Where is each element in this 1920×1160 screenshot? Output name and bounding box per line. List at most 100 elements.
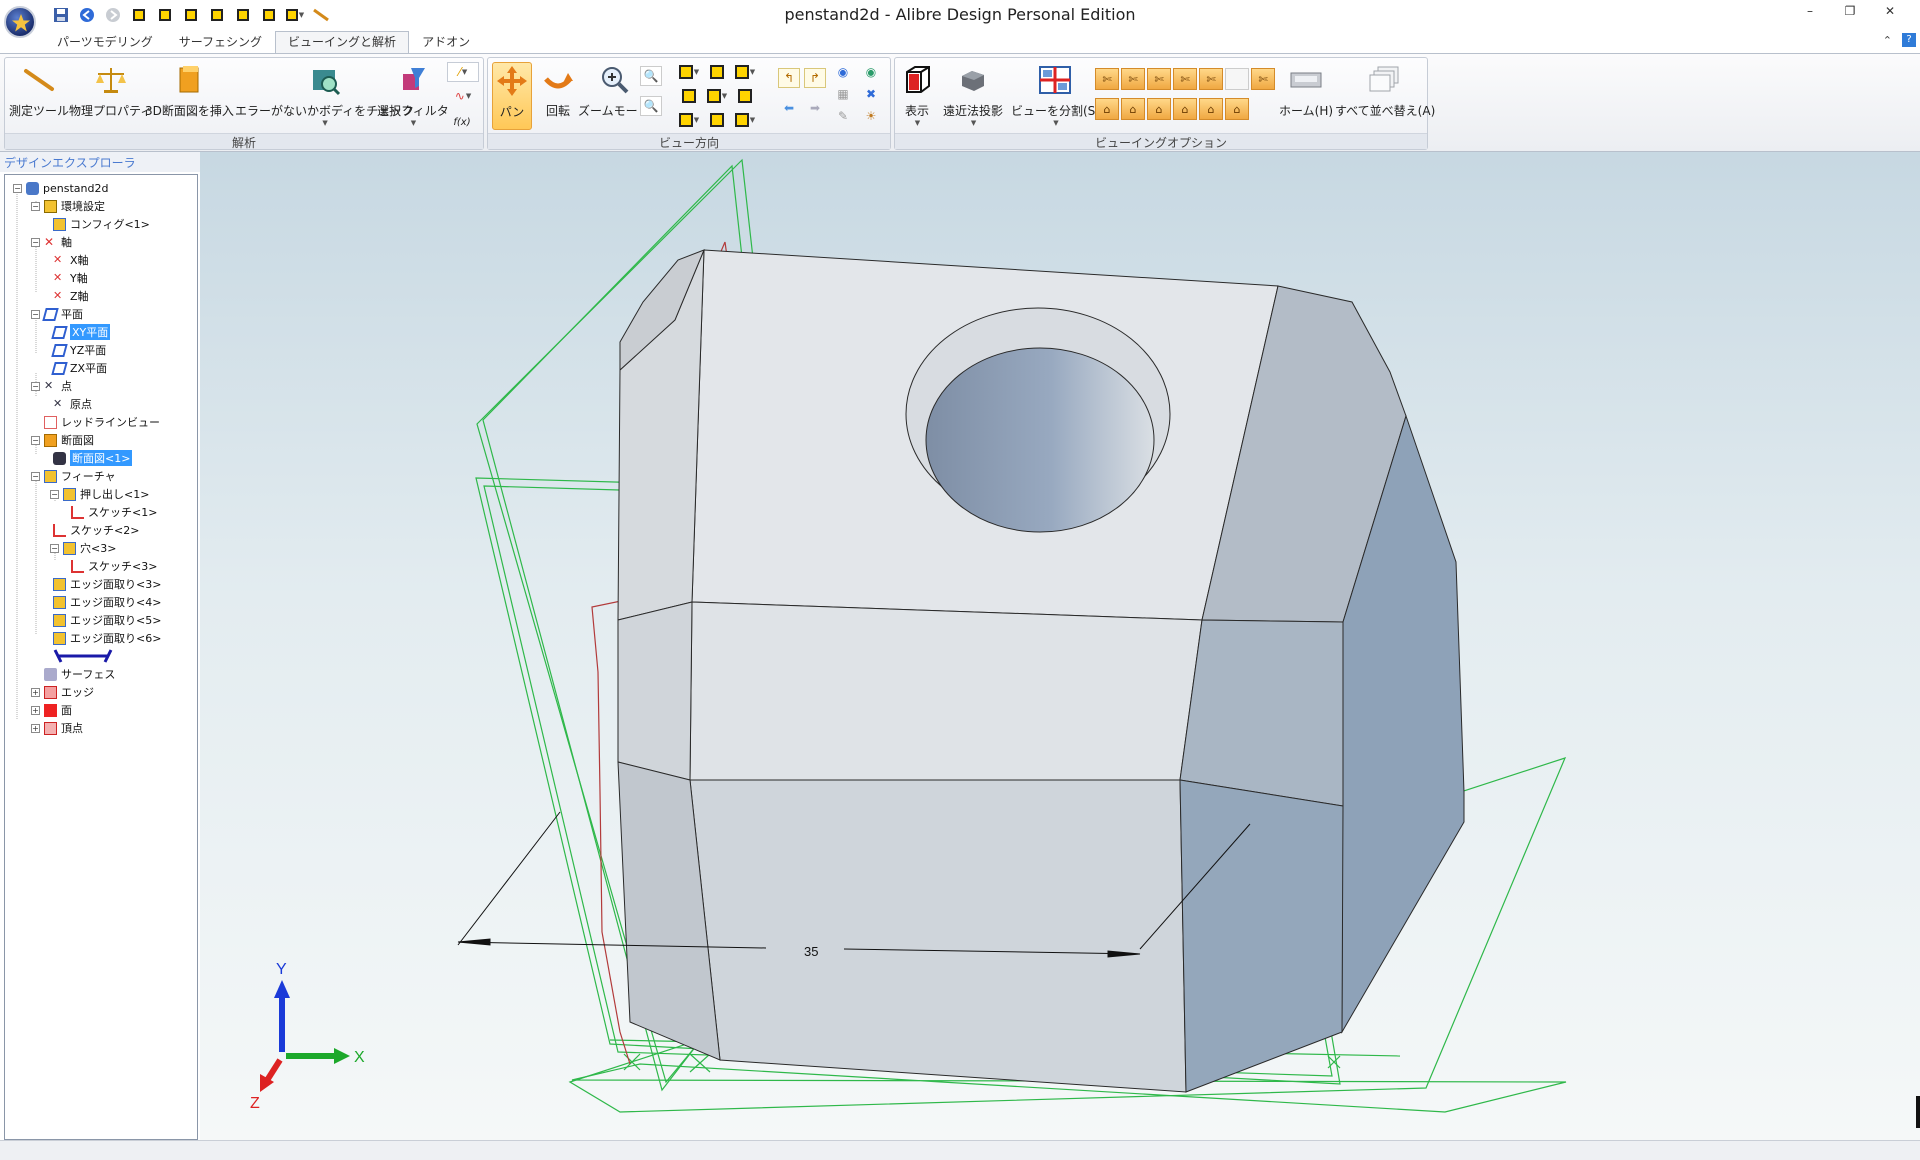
view-option-4-icon[interactable]: ✄ [1173,68,1197,90]
sketch-tool-icon[interactable]: ⁄ ▼ [447,62,479,82]
tab-viewing-analysis[interactable]: ビューイングと解析 [275,31,410,53]
view-option-5-icon[interactable]: ✄ [1199,68,1223,90]
tree-item-sketch-1[interactable]: スケッチ<1> [71,503,157,521]
tree-item-origin[interactable]: ✕ 原点 [53,395,92,413]
show-icon[interactable]: ◉ [860,62,882,82]
view-option-7-icon[interactable]: ✄ [1251,68,1275,90]
home-button[interactable]: ホーム(H) [1279,62,1333,119]
resize-grip[interactable] [1916,1096,1920,1128]
collapse-ribbon-icon[interactable]: ⌃ [1883,34,1892,47]
tree-item-chamfer-6[interactable]: エッジ面取り<6> [53,629,161,647]
expand-icon[interactable]: + [31,687,40,697]
model-canvas[interactable]: 35 Y X Z [200,152,1920,1140]
forward-icon[interactable] [102,4,124,26]
tree-item-redline[interactable]: レッドラインビュー [44,413,160,431]
view-top-icon[interactable] [232,4,254,26]
tree-item-edges[interactable]: + エッジ [31,683,94,701]
tree-item-section-1[interactable]: 断面図<1> [53,449,133,467]
app-logo[interactable] [4,6,36,38]
tree-item-sketch-3[interactable]: スケッチ<3> [71,557,157,575]
view-cube-top-icon[interactable]: ▼ [706,86,728,106]
view-option-9-icon[interactable]: ⌂ [1121,98,1145,120]
display-button[interactable]: 表示 ▼ [899,62,935,127]
view-right-icon[interactable] [206,4,228,26]
tree-item-extrude-1[interactable]: − 押し出し<1> [50,485,149,503]
curve-tool-icon[interactable]: ∿ ▼ [447,86,479,106]
view-option-13-icon[interactable]: ⌂ [1225,98,1249,120]
back-icon[interactable] [76,4,98,26]
view-cube-dimetric-icon[interactable] [706,110,728,130]
tree-item-environment[interactable]: − 環境設定 [31,197,105,215]
insert-section-button[interactable]: 3D断面図を挿入 [145,62,234,119]
expand-icon[interactable]: + [31,705,40,715]
tree-item-surfaces[interactable]: サーフェス [44,665,115,683]
view-option-8-icon[interactable]: ⌂ [1095,98,1119,120]
view-left-icon[interactable] [180,4,202,26]
view-option-10-icon[interactable]: ⌂ [1147,98,1171,120]
tree-item-x-axis[interactable]: ✕ X軸 [53,251,89,269]
collapse-icon[interactable]: − [31,435,40,445]
rotate-button[interactable]: 回転 [540,62,576,119]
tree-item-chamfer-4[interactable]: エッジ面取り<4> [53,593,161,611]
tree-item-yz-plane[interactable]: YZ平面 [51,341,106,359]
tree-item-vertices[interactable]: + 頂点 [31,719,83,737]
collapse-icon[interactable]: − [50,489,59,499]
collapse-icon[interactable]: − [13,183,22,193]
tree-item-z-axis[interactable]: ✕ Z軸 [53,287,89,305]
collapse-icon[interactable]: − [50,543,59,553]
rotate-left-icon[interactable]: ↰ [778,68,800,88]
view-option-12-icon[interactable]: ⌂ [1199,98,1223,120]
zoom-mode-button[interactable]: ズームモード [578,62,650,119]
tree-root[interactable]: − penstand2d [13,179,108,197]
save-icon[interactable] [50,4,72,26]
tree-item-y-axis[interactable]: ✕ Y軸 [53,269,88,287]
view-option-11-icon[interactable]: ⌂ [1173,98,1197,120]
view-front-icon[interactable] [128,4,150,26]
selection-filter-button[interactable]: 選択フィルタ ▼ [377,62,449,127]
tree-item-faces[interactable]: + 面 [31,701,72,719]
tab-surfacing[interactable]: サーフェシング [166,31,275,53]
tree-item-points[interactable]: − ✕ 点 [31,377,72,395]
view-cube-back-icon[interactable] [706,62,728,82]
view-option-3-icon[interactable]: ✄ [1147,68,1171,90]
tree-item-xy-plane[interactable]: XY平面 [51,323,111,341]
view-cube-trimetric-icon[interactable]: ▼ [734,110,756,130]
view-cube-left-icon[interactable]: ▼ [734,62,756,82]
collapse-icon[interactable]: − [31,201,40,211]
edit-view-icon[interactable]: ✎ [832,106,854,126]
physical-properties-button[interactable]: 物理プロパティ [69,62,152,119]
3d-viewport[interactable]: 35 Y X Z [200,152,1920,1140]
tree-item-planes[interactable]: − 平面 [31,305,83,323]
tree-item-config[interactable]: コンフィグ<1> [53,215,150,233]
view-iso-icon[interactable]: ▼ [284,4,306,26]
view-option-2-icon[interactable]: ✄ [1121,68,1145,90]
view-option-1-icon[interactable]: ✄ [1095,68,1119,90]
pan-button[interactable]: パン [492,62,532,130]
fx-button[interactable]: f(x) [451,112,473,132]
measure-tool-button[interactable]: 測定ツール [9,62,69,119]
view-back-icon[interactable] [154,4,176,26]
view-cube-right-icon[interactable] [678,86,700,106]
expand-icon[interactable]: + [31,723,40,733]
minimize-button[interactable]: – [1790,0,1830,22]
view-bottom-icon[interactable] [258,4,280,26]
rollback-bar[interactable] [53,647,113,665]
view-cube-iso-icon[interactable]: ▼ [678,110,700,130]
rotate-right-icon[interactable]: ↱ [804,68,826,88]
perspective-button[interactable]: 遠近法投影 ▼ [943,62,1003,127]
tree-item-features[interactable]: − フィーチャ [31,467,116,485]
tree-item-sections[interactable]: − 断面図 [31,431,94,449]
collapse-icon[interactable]: − [31,381,40,391]
zoom-window-icon[interactable]: 🔍 [640,66,662,86]
light-icon[interactable]: ☀ [860,106,882,126]
previous-view-icon[interactable]: ⬅ [778,98,800,118]
collapse-icon[interactable]: − [31,237,40,247]
view-cube-front-icon[interactable]: ▼ [678,62,700,82]
view-option-6-icon[interactable] [1225,68,1249,90]
front-upper-face[interactable] [689,601,1203,781]
tree-item-axes[interactable]: − ✕ 軸 [31,233,72,251]
collapse-icon[interactable]: − [31,309,40,319]
front-lower-face[interactable] [689,779,1187,1093]
hide-icon[interactable]: ▦ [832,84,854,104]
tree-item-chamfer-5[interactable]: エッジ面取り<5> [53,611,161,629]
